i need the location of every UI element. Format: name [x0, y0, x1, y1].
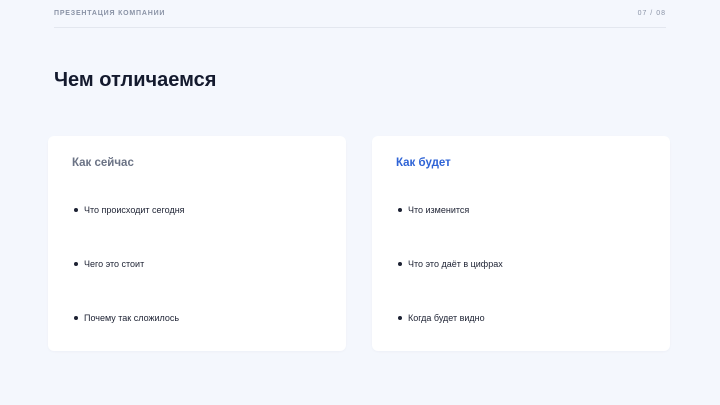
- list-item: Чего это стоит: [74, 258, 144, 270]
- list-item-text: Что изменится: [408, 205, 470, 215]
- company-label: ПРЕЗЕНТАЦИЯ КОМПАНИИ: [54, 10, 166, 17]
- list-item-text: Почему так сложилось: [84, 313, 180, 323]
- list-item-text: Что это даёт в цифрах: [408, 259, 503, 269]
- list-item: Когда будет видно: [398, 312, 485, 324]
- bullet-icon: [398, 316, 402, 320]
- page-counter: 07 / 08: [637, 10, 666, 17]
- list-item: Что это даёт в цифрах: [398, 258, 503, 270]
- list-item: Что изменится: [398, 204, 469, 216]
- bullet-icon: [398, 208, 402, 212]
- list-item: Что происходит сегодня: [74, 204, 185, 216]
- list-item-text: Чего это стоит: [84, 259, 145, 269]
- bullet-icon: [74, 316, 78, 320]
- slide: ПРЕЗЕНТАЦИЯ КОМПАНИИ 07 / 08 Чем отличае…: [0, 0, 720, 405]
- card-future-heading: Как будет: [396, 157, 451, 169]
- bullet-icon: [74, 208, 78, 212]
- bullet-icon: [74, 262, 78, 266]
- list-item-text: Когда будет видно: [408, 313, 485, 323]
- slide-header: ПРЕЗЕНТАЦИЯ КОМПАНИИ 07 / 08: [54, 0, 666, 28]
- bullet-icon: [398, 262, 402, 266]
- card-future: Как будет Что изменится Что это даёт в ц…: [372, 136, 670, 351]
- slide-title: Чем отличаемся: [54, 69, 217, 91]
- card-current: Как сейчас Что происходит сегодня Чего э…: [48, 136, 346, 351]
- list-item-text: Что происходит сегодня: [84, 205, 185, 215]
- card-current-heading: Как сейчас: [72, 157, 134, 169]
- list-item: Почему так сложилось: [74, 312, 179, 324]
